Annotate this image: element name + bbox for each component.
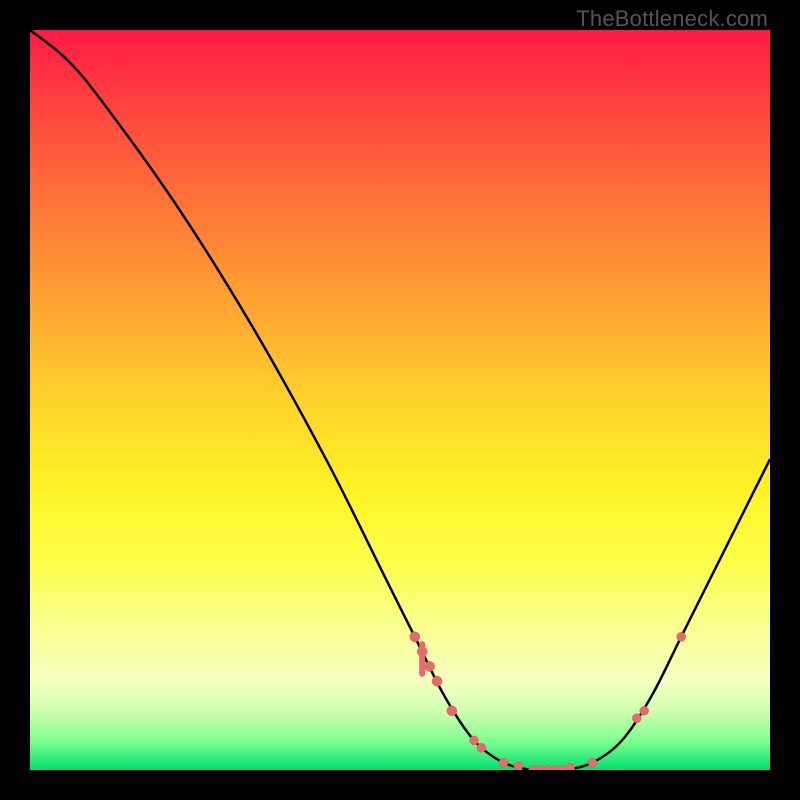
curve-marker bbox=[677, 632, 686, 641]
watermark-text: TheBottleneck.com bbox=[576, 6, 768, 32]
curve-marker bbox=[640, 706, 649, 715]
curve-marker bbox=[425, 661, 435, 671]
curve-marker bbox=[470, 736, 479, 745]
chart-plot-area bbox=[30, 30, 770, 770]
curve-marker bbox=[447, 706, 457, 716]
chart-svg bbox=[30, 30, 770, 770]
curve-marker bbox=[588, 758, 597, 767]
curve-marker bbox=[410, 632, 420, 642]
curve-marker bbox=[432, 676, 442, 686]
curve-marker bbox=[477, 743, 486, 752]
curve-marker bbox=[499, 758, 508, 767]
curve-marker bbox=[514, 762, 523, 770]
curve-marker bbox=[566, 763, 575, 770]
curve-markers bbox=[410, 632, 686, 770]
curve-marker bbox=[632, 714, 641, 723]
bottleneck-curve bbox=[30, 30, 770, 770]
